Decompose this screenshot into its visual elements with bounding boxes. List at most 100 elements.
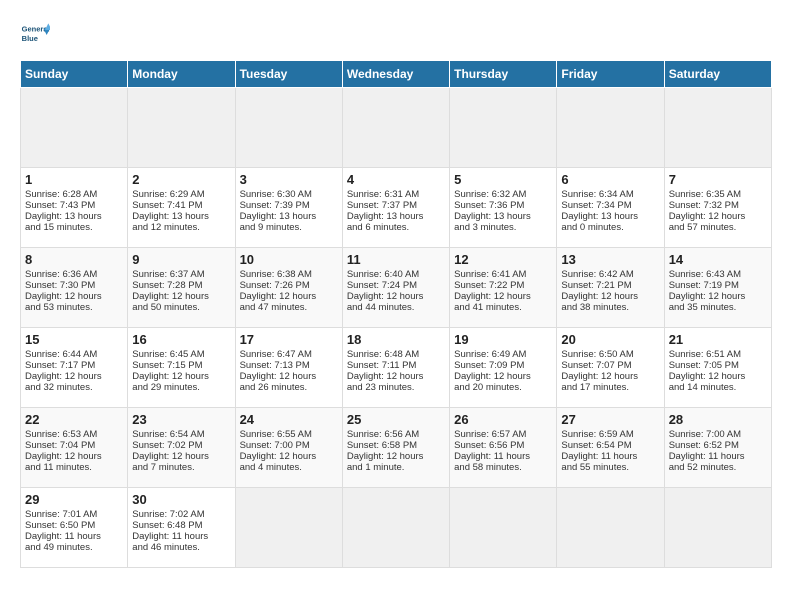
day-info-line: Daylight: 13 hours xyxy=(347,211,445,222)
day-number: 25 xyxy=(347,412,445,427)
calendar-table: SundayMondayTuesdayWednesdayThursdayFrid… xyxy=(20,60,772,568)
day-info-line: Sunrise: 6:51 AM xyxy=(669,349,767,360)
calendar-cell xyxy=(450,88,557,168)
day-info-line: Sunset: 7:26 PM xyxy=(240,280,338,291)
day-info-line: Sunset: 7:19 PM xyxy=(669,280,767,291)
day-number: 2 xyxy=(132,172,230,187)
day-info-line: Sunrise: 6:56 AM xyxy=(347,429,445,440)
calendar-cell: 2Sunrise: 6:29 AMSunset: 7:41 PMDaylight… xyxy=(128,168,235,248)
calendar-cell: 14Sunrise: 6:43 AMSunset: 7:19 PMDayligh… xyxy=(664,248,771,328)
calendar-cell xyxy=(128,88,235,168)
logo: General Blue xyxy=(20,20,54,50)
day-info-line: Sunset: 7:15 PM xyxy=(132,360,230,371)
calendar-cell xyxy=(557,488,664,568)
calendar-cell: 19Sunrise: 6:49 AMSunset: 7:09 PMDayligh… xyxy=(450,328,557,408)
svg-text:Blue: Blue xyxy=(22,34,38,43)
calendar-week-row: 15Sunrise: 6:44 AMSunset: 7:17 PMDayligh… xyxy=(21,328,772,408)
day-info-line: Daylight: 11 hours xyxy=(454,451,552,462)
calendar-cell xyxy=(235,88,342,168)
day-info-line: Sunset: 7:09 PM xyxy=(454,360,552,371)
day-info-line: Daylight: 12 hours xyxy=(132,291,230,302)
day-info-line: Sunrise: 7:00 AM xyxy=(669,429,767,440)
day-info-line: Sunrise: 6:44 AM xyxy=(25,349,123,360)
calendar-cell: 12Sunrise: 6:41 AMSunset: 7:22 PMDayligh… xyxy=(450,248,557,328)
day-number: 15 xyxy=(25,332,123,347)
day-info-line: Daylight: 11 hours xyxy=(25,531,123,542)
weekday-header: Thursday xyxy=(450,61,557,88)
day-info-line: Daylight: 11 hours xyxy=(561,451,659,462)
day-info-line: and 41 minutes. xyxy=(454,302,552,313)
weekday-header-row: SundayMondayTuesdayWednesdayThursdayFrid… xyxy=(21,61,772,88)
day-info-line: Daylight: 12 hours xyxy=(240,291,338,302)
calendar-cell: 29Sunrise: 7:01 AMSunset: 6:50 PMDayligh… xyxy=(21,488,128,568)
day-info-line: and 50 minutes. xyxy=(132,302,230,313)
day-info-line: Sunset: 6:52 PM xyxy=(669,440,767,451)
day-info-line: and 12 minutes. xyxy=(132,222,230,233)
day-info-line: Sunrise: 6:38 AM xyxy=(240,269,338,280)
day-number: 1 xyxy=(25,172,123,187)
day-number: 17 xyxy=(240,332,338,347)
day-info-line: and 58 minutes. xyxy=(454,462,552,473)
day-info-line: Sunrise: 6:53 AM xyxy=(25,429,123,440)
day-info-line: Sunrise: 6:40 AM xyxy=(347,269,445,280)
day-info-line: Daylight: 12 hours xyxy=(347,451,445,462)
day-info-line: and 57 minutes. xyxy=(669,222,767,233)
calendar-cell xyxy=(664,488,771,568)
calendar-week-row: 29Sunrise: 7:01 AMSunset: 6:50 PMDayligh… xyxy=(21,488,772,568)
calendar-cell: 21Sunrise: 6:51 AMSunset: 7:05 PMDayligh… xyxy=(664,328,771,408)
day-info-line: Sunset: 6:56 PM xyxy=(454,440,552,451)
day-info-line: Sunset: 7:34 PM xyxy=(561,200,659,211)
calendar-cell: 8Sunrise: 6:36 AMSunset: 7:30 PMDaylight… xyxy=(21,248,128,328)
day-info-line: and 0 minutes. xyxy=(561,222,659,233)
day-number: 13 xyxy=(561,252,659,267)
day-info-line: Sunset: 7:13 PM xyxy=(240,360,338,371)
calendar-cell: 25 Sunrise: 6:56 AMSunset: 6:58 PMDayligh… xyxy=(342,408,449,488)
day-info-line: Daylight: 12 hours xyxy=(25,291,123,302)
day-number: 3 xyxy=(240,172,338,187)
day-info-line: Sunrise: 6:29 AM xyxy=(132,189,230,200)
day-info-line: Sunrise: 6:43 AM xyxy=(669,269,767,280)
calendar-cell: 6Sunrise: 6:34 AMSunset: 7:34 PMDaylight… xyxy=(557,168,664,248)
day-info-line: Daylight: 12 hours xyxy=(454,291,552,302)
day-info-line: and 9 minutes. xyxy=(240,222,338,233)
day-info-line: Sunset: 7:21 PM xyxy=(561,280,659,291)
day-info-line: and 7 minutes. xyxy=(132,462,230,473)
day-info-line: and 29 minutes. xyxy=(132,382,230,393)
day-info-line: Sunset: 6:58 PM xyxy=(347,440,445,451)
day-info-line: Daylight: 11 hours xyxy=(132,531,230,542)
day-info-line: Sunset: 7:39 PM xyxy=(240,200,338,211)
weekday-header: Tuesday xyxy=(235,61,342,88)
day-info-line: Daylight: 13 hours xyxy=(240,211,338,222)
day-info-line: and 38 minutes. xyxy=(561,302,659,313)
day-info-line: Sunset: 7:30 PM xyxy=(25,280,123,291)
day-info-line: Sunrise: 6:30 AM xyxy=(240,189,338,200)
day-info-line: Daylight: 12 hours xyxy=(240,371,338,382)
day-info-line: Sunrise: 6:45 AM xyxy=(132,349,230,360)
calendar-cell: 1Sunrise: 6:28 AMSunset: 7:43 PMDaylight… xyxy=(21,168,128,248)
day-info-line: Daylight: 13 hours xyxy=(132,211,230,222)
day-info-line: Daylight: 12 hours xyxy=(347,371,445,382)
calendar-cell: 17Sunrise: 6:47 AMSunset: 7:13 PMDayligh… xyxy=(235,328,342,408)
calendar-week-row: 1Sunrise: 6:28 AMSunset: 7:43 PMDaylight… xyxy=(21,168,772,248)
day-info-line: Daylight: 13 hours xyxy=(454,211,552,222)
day-number: 5 xyxy=(454,172,552,187)
weekday-header: Saturday xyxy=(664,61,771,88)
day-info-line: and 55 minutes. xyxy=(561,462,659,473)
day-info-line: Daylight: 12 hours xyxy=(669,371,767,382)
day-info-line: Daylight: 12 hours xyxy=(561,371,659,382)
day-info-line: Sunrise: 6:42 AM xyxy=(561,269,659,280)
day-info-line: and 3 minutes. xyxy=(454,222,552,233)
day-info-line: Sunrise: 6:35 AM xyxy=(669,189,767,200)
day-number: 22 xyxy=(25,412,123,427)
day-info-line: Sunrise: 6:57 AM xyxy=(454,429,552,440)
calendar-cell xyxy=(342,88,449,168)
day-info-line: Daylight: 12 hours xyxy=(132,371,230,382)
calendar-cell: 27Sunrise: 6:59 AMSunset: 6:54 PMDayligh… xyxy=(557,408,664,488)
day-number: 11 xyxy=(347,252,445,267)
calendar-week-row: 8Sunrise: 6:36 AMSunset: 7:30 PMDaylight… xyxy=(21,248,772,328)
calendar-cell xyxy=(342,488,449,568)
day-number: 29 xyxy=(25,492,123,507)
calendar-cell: 10Sunrise: 6:38 AMSunset: 7:26 PMDayligh… xyxy=(235,248,342,328)
day-info-line: and 4 minutes. xyxy=(240,462,338,473)
day-info-line: Sunrise: 6:32 AM xyxy=(454,189,552,200)
